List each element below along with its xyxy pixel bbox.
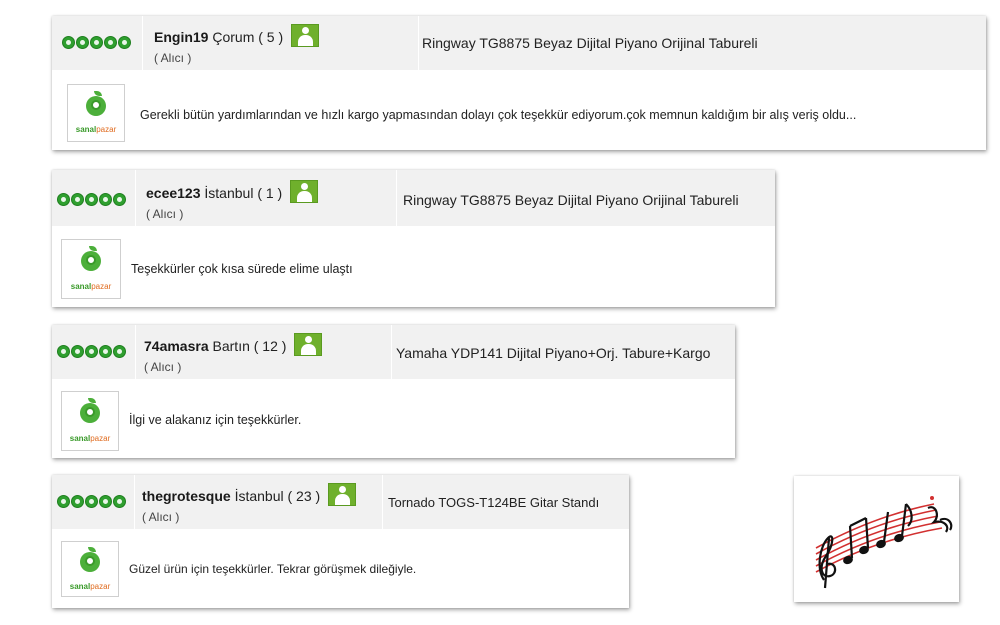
user-avatar-icon [290,180,319,203]
review-comment: Güzel ürün için teşekkürler. Tekrar görü… [129,562,417,576]
reviewer-username[interactable]: thegrotesque [142,488,231,504]
star-icon [99,345,112,358]
reviewer-role: ( Alıcı ) [142,510,180,524]
product-link[interactable]: Yamaha YDP141 Dijital Piyano+Orj. Tabure… [396,345,710,361]
star-icon [85,495,98,508]
star-icon [57,495,70,508]
reviewer-username[interactable]: 74amasra [144,338,209,354]
sanalpazar-logo: sanalpazar [67,84,125,142]
product-link[interactable]: Ringway TG8875 Beyaz Dijital Piyano Orij… [422,35,758,51]
review-card: Engin19 Çorum ( 5 ) ( Alıcı ) Ringway TG… [52,16,986,150]
reviewer-info: 74amasra Bartın ( 12 ) ( Alıcı ) [144,333,323,374]
music-notes-image [794,476,959,602]
reviewer-username[interactable]: ecee123 [146,185,201,201]
star-icon [76,36,89,49]
star-icon [99,193,112,206]
review-comment: Gerekli bütün yardımlarından ve hızlı ka… [140,108,857,122]
user-avatar-icon [291,24,320,47]
reviewer-info: Engin19 Çorum ( 5 ) ( Alıcı ) [154,24,320,65]
star-icon [71,495,84,508]
reviewer-role: ( Alıcı ) [146,207,184,221]
review-card: thegrotesque İstanbul ( 23 ) ( Alıcı ) T… [52,475,629,608]
reviewer-location: İstanbul ( 1 ) [204,185,283,201]
star-icon [62,36,75,49]
review-card: 74amasra Bartın ( 12 ) ( Alıcı ) Yamaha … [52,325,735,458]
sanalpazar-logo: sanalpazar [61,391,119,451]
product-link[interactable]: Tornado TOGS-T124BE Gitar Standı [388,495,599,510]
reviewer-location: Çorum ( 5 ) [212,29,284,45]
star-icon [90,36,103,49]
star-icon [71,193,84,206]
reviewer-location: İstanbul ( 23 ) [234,488,321,504]
star-icon [71,345,84,358]
review-comment: İlgi ve alakanız için teşekkürler. [129,413,302,427]
reviewer-info: thegrotesque İstanbul ( 23 ) ( Alıcı ) [142,483,357,524]
review-card: ecee123 İstanbul ( 1 ) ( Alıcı ) Ringway… [52,170,775,307]
reviewer-role: ( Alıcı ) [144,360,182,374]
star-icon [113,495,126,508]
rating-stars [62,36,131,49]
star-icon [104,36,117,49]
star-icon [57,193,70,206]
star-icon [99,495,112,508]
rating-stars [57,495,126,508]
music-notes-icon [815,496,953,589]
star-icon [118,36,131,49]
sanalpazar-logo: sanalpazar [61,239,121,299]
reviewer-username[interactable]: Engin19 [154,29,208,45]
reviewer-role: ( Alıcı ) [154,51,192,65]
reviewer-location: Bartın ( 12 ) [212,338,287,354]
user-avatar-icon [294,333,323,356]
product-link[interactable]: Ringway TG8875 Beyaz Dijital Piyano Orij… [403,192,739,208]
star-icon [113,345,126,358]
rating-stars [57,345,126,358]
rating-stars [57,193,126,206]
reviewer-info: ecee123 İstanbul ( 1 ) ( Alıcı ) [146,180,319,221]
star-icon [113,193,126,206]
user-avatar-icon [328,483,357,506]
review-comment: Teşekkürler çok kısa sürede elime ulaştı [131,262,353,276]
sanalpazar-logo: sanalpazar [61,541,119,597]
star-icon [85,193,98,206]
star-icon [85,345,98,358]
star-icon [57,345,70,358]
